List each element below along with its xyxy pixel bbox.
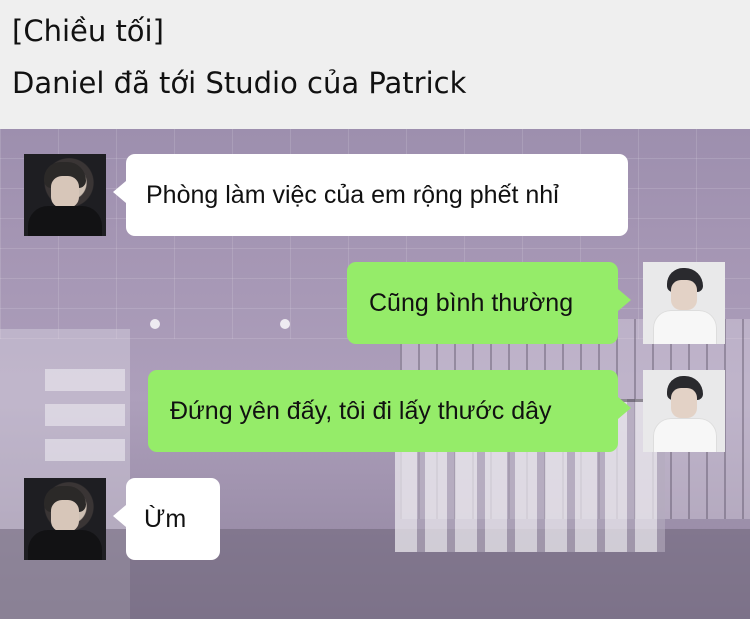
message-bubble-incoming[interactable]: Phòng làm việc của em rộng phết nhỉ — [113, 154, 628, 236]
message-text: Ừm — [144, 504, 187, 533]
scene-time-label: [Chiều tối] — [12, 14, 164, 48]
scene-header: [Chiều tối] Daniel đã tới Studio của Pat… — [0, 0, 750, 129]
avatar-face — [51, 500, 79, 532]
message-bubble-outgoing[interactable]: Đứng yên đấy, tôi đi lấy thước dây — [148, 370, 631, 452]
patrick-avatar[interactable] — [643, 262, 725, 344]
avatar-face — [51, 176, 79, 208]
message-text: Phòng làm việc của em rộng phết nhỉ — [146, 180, 559, 209]
wall-shelf — [45, 439, 125, 461]
avatar-face — [671, 280, 697, 310]
avatar-body — [28, 206, 102, 236]
avatar-shirt — [653, 310, 717, 344]
avatar-body — [28, 530, 102, 560]
ceiling-lamp — [150, 319, 160, 329]
message-text: Đứng yên đấy, tôi đi lấy thước dây — [170, 396, 552, 425]
ceiling-lamp — [280, 319, 290, 329]
daniel-avatar[interactable] — [24, 154, 106, 236]
daniel-avatar[interactable] — [24, 478, 106, 560]
chat-area[interactable]: Phòng làm việc của em rộng phết nhỉ Cũng… — [0, 129, 750, 619]
message-bubble-outgoing[interactable]: Cũng bình thường — [347, 262, 631, 344]
wall-shelf — [45, 404, 125, 426]
avatar-face — [671, 388, 697, 418]
wall-shelf — [45, 369, 125, 391]
scene-description: Daniel đã tới Studio của Patrick — [12, 66, 467, 100]
message-bubble-incoming[interactable]: Ừm — [113, 478, 220, 560]
avatar-shirt — [653, 418, 717, 452]
patrick-avatar[interactable] — [643, 370, 725, 452]
message-text: Cũng bình thường — [369, 288, 574, 317]
